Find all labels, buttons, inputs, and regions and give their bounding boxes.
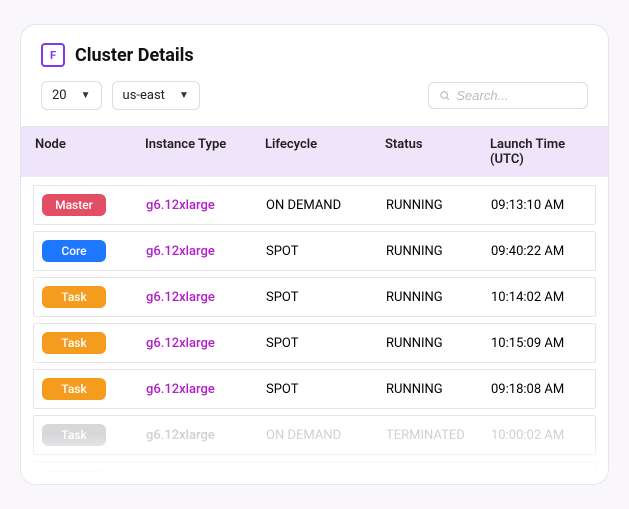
- header: F Cluster Details: [41, 43, 588, 67]
- col-node: Node: [35, 137, 145, 167]
- table-row[interactable]: Master g6.12xlargeON DEMANDRUNNING09:13:1…: [33, 185, 596, 225]
- cell-launch: 10:14:02 AM: [491, 290, 585, 305]
- table-row[interactable]: Task g6.12xlargeSPOTRUNNING09:18:08 AM: [33, 369, 596, 409]
- col-launch: Launch Time (UTC): [490, 137, 594, 167]
- cell-instance: g6.12xlarge: [146, 382, 266, 397]
- page-size-select[interactable]: 20 ▼: [41, 81, 102, 110]
- search-icon: [439, 89, 450, 102]
- cell-instance: g6.12xlarge: [146, 428, 266, 443]
- node-badge: Task: [42, 470, 106, 485]
- col-lifecycle: Lifecycle: [265, 137, 385, 167]
- table-row[interactable]: Task g6.12xlargeSPOTRUNNING10:14:02 AM: [33, 277, 596, 317]
- controls: 20 ▼ us-east ▼: [41, 81, 588, 110]
- table-row[interactable]: Core g6.12xlargeSPOTRUNNING09:40:22 AM: [33, 231, 596, 271]
- cell-launch: 09:40:22 AM: [491, 244, 585, 259]
- cell-lifecycle: ON DEMAND: [266, 474, 386, 486]
- logo-letter: F: [50, 49, 56, 62]
- cell-lifecycle: ON DEMAND: [266, 198, 386, 213]
- cell-status: RUNNING: [386, 290, 491, 305]
- cell-lifecycle: SPOT: [266, 290, 386, 305]
- cell-instance: g6.12xlarge: [146, 198, 266, 213]
- cell-launch: 09:18:08 AM: [491, 382, 585, 397]
- node-badge: Task: [42, 332, 106, 354]
- cell-lifecycle: ON DEMAND: [266, 428, 386, 443]
- cell-status: TERMINATED: [386, 474, 491, 486]
- table-body: Masterg6.12xlargeON DEMANDRUNNING09:13:1…: [21, 185, 608, 485]
- cell-lifecycle: SPOT: [266, 382, 386, 397]
- node-badge: Core: [42, 240, 106, 262]
- cell-instance: g6.12xlarge: [146, 290, 266, 305]
- col-status: Status: [385, 137, 490, 167]
- table-header: Node Instance Type Lifecycle Status Laun…: [21, 126, 608, 177]
- col-instance: Instance Type: [145, 137, 265, 167]
- cell-launch: 09:13:10 AM: [491, 198, 585, 213]
- cell-status: RUNNING: [386, 336, 491, 351]
- chevron-down-icon: ▼: [179, 90, 189, 101]
- search-input[interactable]: [456, 88, 577, 103]
- cell-lifecycle: SPOT: [266, 336, 386, 351]
- cluster-details-card: F Cluster Details 20 ▼ us-east ▼ Node In…: [20, 24, 609, 485]
- cell-status: RUNNING: [386, 198, 491, 213]
- table-row[interactable]: Task g6.12xlargeON DEMANDTERMINATED09:13:…: [33, 461, 596, 485]
- node-badge: Master: [42, 194, 106, 216]
- cell-launch: 10:00:02 AM: [491, 428, 585, 443]
- cell-instance: g6.12xlarge: [146, 474, 266, 486]
- region-value: us-east: [123, 88, 165, 103]
- cell-status: RUNNING: [386, 382, 491, 397]
- cell-status: TERMINATED: [386, 428, 491, 443]
- app-logo-icon: F: [41, 43, 65, 67]
- node-badge: Task: [42, 424, 106, 446]
- cell-instance: g6.12xlarge: [146, 336, 266, 351]
- page-title: Cluster Details: [75, 45, 194, 66]
- cell-launch: 10:15:09 AM: [491, 336, 585, 351]
- cell-launch: 09:13:02 AM: [491, 474, 585, 486]
- region-select[interactable]: us-east ▼: [112, 81, 200, 110]
- search-box[interactable]: [428, 82, 588, 109]
- cell-lifecycle: SPOT: [266, 244, 386, 259]
- node-badge: Task: [42, 378, 106, 400]
- cell-instance: g6.12xlarge: [146, 244, 266, 259]
- table-row[interactable]: Task g6.12xlargeON DEMANDTERMINATED10:00:…: [33, 415, 596, 455]
- page-size-value: 20: [52, 88, 67, 103]
- chevron-down-icon: ▼: [81, 90, 91, 101]
- node-badge: Task: [42, 286, 106, 308]
- table-row[interactable]: Task g6.12xlargeSPOTRUNNING10:15:09 AM: [33, 323, 596, 363]
- cell-status: RUNNING: [386, 244, 491, 259]
